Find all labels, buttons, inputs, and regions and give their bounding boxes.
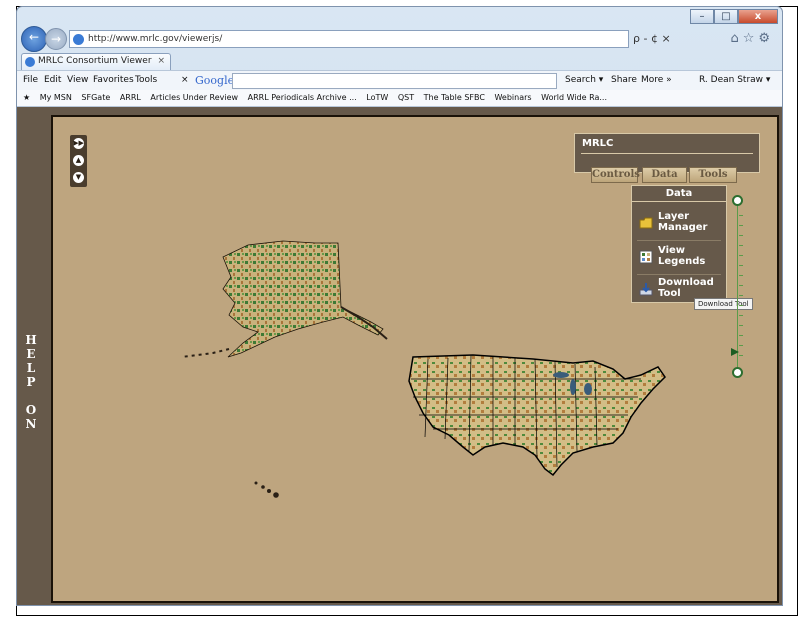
help-letter: H <box>25 333 37 347</box>
zoom-tick <box>739 285 743 286</box>
zoom-tick <box>739 305 743 306</box>
folder-icon <box>639 217 653 229</box>
item-divider <box>637 274 721 275</box>
menu-bar: File Edit View Favorites Tools × Google … <box>17 70 782 90</box>
tab-strip: MRLC Consortium Viewer × <box>21 53 780 70</box>
view-legends-label: View Legends <box>658 245 706 267</box>
fav-arrl-periodicals[interactable]: ARRL Periodicals Archive ... <box>248 93 357 102</box>
browser-window: – □ x ← → http://www.mrlc.gov/viewerjs/ … <box>16 6 783 606</box>
fav-lotw[interactable]: LoTW <box>366 93 388 102</box>
zoom-tick <box>739 235 743 236</box>
layer-manager-label: Layer Manager <box>658 211 708 233</box>
navigation-bar: ← → http://www.mrlc.gov/viewerjs/ ρ - ¢ … <box>21 26 780 52</box>
tab-tools[interactable]: Tools <box>689 167 737 183</box>
zoom-in-icon[interactable] <box>732 195 743 206</box>
download-tool-label: Download Tool <box>658 277 714 299</box>
forward-button[interactable]: → <box>45 28 67 50</box>
help-letter: E <box>26 347 36 361</box>
map-canvas[interactable]: ▶▶ ▲ ▼ MRLC Controls Data Tools Data Lay… <box>51 115 779 603</box>
fav-qst[interactable]: QST <box>398 93 414 102</box>
view-legends-button[interactable]: View Legends <box>637 244 721 272</box>
menu-tools[interactable]: Tools <box>135 71 157 90</box>
site-favicon-icon <box>73 34 84 45</box>
back-button[interactable]: ← <box>21 26 47 52</box>
close-button[interactable]: x <box>738 9 778 24</box>
zoom-tick <box>739 225 743 226</box>
favorites-star-icon[interactable]: ★ <box>23 93 30 102</box>
tab-controls[interactable]: Controls <box>591 167 640 183</box>
google-search-input[interactable] <box>232 73 557 89</box>
zoom-tick <box>739 355 743 356</box>
pan-zoom-control: ▶▶ ▲ ▼ <box>70 135 87 187</box>
favorites-bar: ★ My MSN SFGate ARRL Articles Under Revi… <box>17 90 782 107</box>
zoom-tick <box>739 295 743 296</box>
zoom-slider[interactable] <box>731 195 745 381</box>
tab-data[interactable]: Data <box>642 167 687 183</box>
home-favorites-settings-icons[interactable]: ⌂☆⚙ <box>730 31 774 46</box>
item-divider <box>637 240 721 241</box>
user-button[interactable]: R. Dean Straw ▾ <box>699 71 770 90</box>
zoom-tick <box>739 245 743 246</box>
help-letter: O <box>25 403 37 417</box>
zoom-tick <box>739 265 743 266</box>
more-button[interactable]: More » <box>641 71 672 90</box>
menu-view[interactable]: View <box>67 71 88 90</box>
pan-up-icon[interactable]: ▲ <box>73 155 84 166</box>
tab-mrlc-viewer[interactable]: MRLC Consortium Viewer × <box>21 53 171 70</box>
panel-divider <box>581 153 753 154</box>
zoom-tick <box>739 335 743 336</box>
search-button[interactable]: Search ▾ <box>565 71 603 90</box>
fav-arrl[interactable]: ARRL <box>120 93 141 102</box>
viewer-content: H E L P O N ▶▶ ▲ ▼ MRLC Controls Data To… <box>17 107 782 605</box>
zoom-tick <box>739 275 743 276</box>
zoom-tick <box>739 315 743 316</box>
maximize-button[interactable]: □ <box>714 9 738 24</box>
tab-title: MRLC Consortium Viewer <box>38 56 152 66</box>
layer-manager-button[interactable]: Layer Manager <box>637 210 721 238</box>
window-controls: – □ x <box>690 9 778 24</box>
fav-sfgate[interactable]: SFGate <box>81 93 110 102</box>
menu-file[interactable]: File <box>23 71 38 90</box>
google-close-icon[interactable]: × <box>181 71 189 90</box>
hawaii-islands <box>254 481 279 498</box>
fav-articles-under-review[interactable]: Articles Under Review <box>150 93 238 102</box>
zoom-tick <box>739 215 743 216</box>
help-on-label[interactable]: H E L P O N <box>23 333 39 431</box>
zoom-out-icon[interactable] <box>732 367 743 378</box>
aleutian-islands <box>180 348 230 358</box>
help-letter: N <box>25 417 37 431</box>
mrlc-title: MRLC <box>582 138 614 149</box>
address-bar[interactable]: http://www.mrlc.gov/viewerjs/ <box>69 30 629 48</box>
zoom-tick <box>739 345 743 346</box>
zoom-tick <box>739 325 743 326</box>
download-icon <box>639 283 653 296</box>
help-letter: P <box>26 375 36 389</box>
zoom-thumb[interactable] <box>731 348 739 356</box>
address-url: http://www.mrlc.gov/viewerjs/ <box>88 34 223 44</box>
zoom-tick <box>739 255 743 256</box>
fav-my-msn[interactable]: My MSN <box>40 93 72 102</box>
tab-favicon-icon <box>25 57 35 67</box>
google-logo: Google <box>195 74 235 87</box>
fav-world-wide-ra[interactable]: World Wide Ra... <box>541 93 607 102</box>
menu-edit[interactable]: Edit <box>44 71 61 90</box>
legend-icon <box>639 250 653 264</box>
data-panel: Data Layer Manager View Legends Download… <box>631 185 727 303</box>
share-button[interactable]: Share <box>611 71 637 90</box>
fav-webinars[interactable]: Webinars <box>494 93 531 102</box>
tab-close-icon[interactable]: × <box>157 54 165 69</box>
help-sidebar[interactable]: H E L P O N <box>17 107 44 605</box>
data-panel-header: Data <box>632 186 726 202</box>
fav-table-sfbc[interactable]: The Table SFBC <box>424 93 485 102</box>
help-letter <box>23 389 39 403</box>
pan-down-icon[interactable]: ▼ <box>73 172 84 183</box>
alaska-shape <box>222 240 384 358</box>
minimize-button[interactable]: – <box>690 9 714 24</box>
address-actions[interactable]: ρ - ¢ × <box>633 32 671 45</box>
help-letter: L <box>26 361 36 375</box>
menu-favorites[interactable]: Favorites <box>93 71 134 90</box>
pan-forward-icon[interactable]: ▶▶ <box>73 138 84 149</box>
